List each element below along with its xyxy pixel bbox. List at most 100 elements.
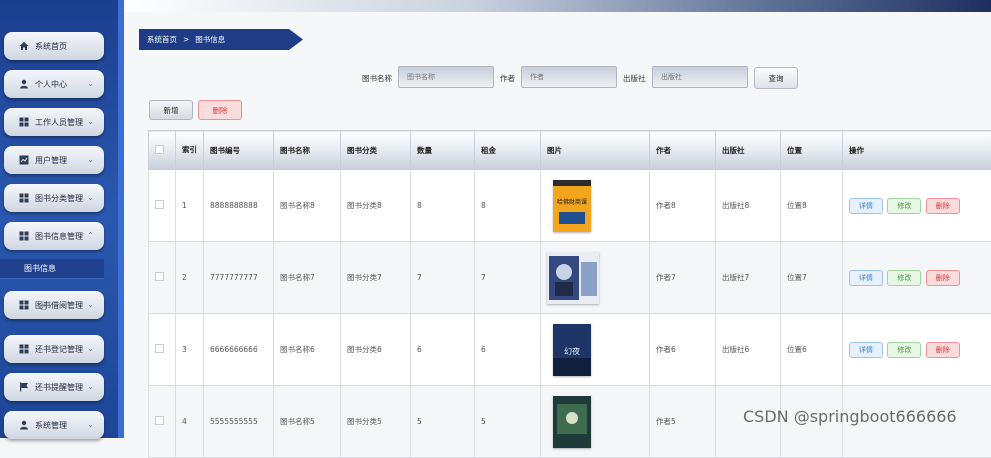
sidebar-item-personal-center[interactable]: 个人中心 ⌄ [4, 70, 104, 98]
cell-quantity: 5 [411, 386, 475, 458]
cell-author: 作者6 [650, 314, 716, 386]
cell-location: 位置6 [781, 314, 843, 386]
row-checkbox[interactable] [155, 416, 164, 425]
chevron-down-icon: ⌄ [87, 420, 94, 429]
cell-book-name: 图书名称8 [274, 170, 341, 242]
cell-publisher: 出版社6 [716, 314, 781, 386]
person-icon [18, 420, 29, 431]
cell-index: 4 [176, 386, 204, 458]
table-row: 2 7777777777 图书名称7 图书分类7 7 7 作者7 出版社7 位置… [149, 242, 991, 314]
book-cover-image[interactable] [553, 396, 591, 448]
sidebar-item-label: 还书提醒管理 [35, 382, 83, 393]
sidebar-item-label: 用户管理 [35, 155, 67, 166]
sidebar-item-users[interactable]: 用户管理 ⌄ [4, 146, 104, 174]
sidebar-item-home[interactable]: 系统首页 [4, 32, 104, 60]
detail-button[interactable]: 详情 [849, 342, 883, 358]
detail-button[interactable]: 详情 [849, 270, 883, 286]
breadcrumb-current: 图书信息 [195, 34, 225, 45]
edit-button[interactable]: 修改 [887, 342, 921, 358]
delete-button[interactable]: 删除 [926, 342, 960, 358]
chevron-down-icon: ⌄ [87, 79, 94, 88]
sidebar-item-label: 个人中心 [35, 79, 67, 90]
sidebar-item-return-reminder[interactable]: 还书提醒管理 ⌄ [4, 373, 104, 401]
select-all-header[interactable] [149, 131, 176, 170]
author-input[interactable] [521, 66, 617, 88]
cell-actions: 详情 修改 删除 [843, 314, 991, 386]
header-quantity: 数量 [411, 131, 475, 170]
cell-rent: 8 [475, 170, 541, 242]
grid-icon [18, 117, 29, 128]
cell-book-category: 图书分类6 [341, 314, 411, 386]
table-row: 1 8888888888 图书名称8 图书分类8 8 8 哈佛财商课 作者8 出… [149, 170, 991, 242]
row-checkbox[interactable] [155, 272, 164, 281]
header-picture: 图片 [541, 131, 650, 170]
search-button[interactable]: 查询 [754, 67, 798, 89]
top-decoration-bar [124, 0, 991, 12]
edit-button[interactable]: 修改 [887, 198, 921, 214]
cell-book-category: 图书分类8 [341, 170, 411, 242]
header-actions: 操作 [843, 131, 991, 170]
book-cover-image[interactable] [547, 252, 599, 304]
sidebar-item-book-category[interactable]: 图书分类管理 ⌄ [4, 184, 104, 212]
chevron-down-icon: ⌄ [87, 155, 94, 164]
detail-button[interactable]: 详情 [849, 198, 883, 214]
cell-author: 作者5 [650, 386, 716, 458]
header-book-category: 图书分类 [341, 131, 411, 170]
chevron-down-icon: ⌄ [87, 193, 94, 202]
sidebar-item-book-info[interactable]: 图书信息管理 ⌃ [4, 222, 104, 250]
delete-button[interactable]: 删除 [926, 270, 960, 286]
cover-title: 幻夜 [564, 346, 580, 356]
flag-icon [18, 382, 29, 393]
cell-index: 3 [176, 314, 204, 386]
row-select-cell[interactable] [149, 170, 176, 242]
row-select-cell[interactable] [149, 386, 176, 458]
chevron-down-icon: ⌄ [87, 117, 94, 126]
cell-rent: 7 [475, 242, 541, 314]
header-rent: 租金 [475, 131, 541, 170]
row-select-cell[interactable] [149, 242, 176, 314]
grid-icon [18, 300, 29, 311]
chevron-down-icon: ⌄ [87, 300, 94, 309]
cell-index: 1 [176, 170, 204, 242]
publisher-input[interactable] [652, 66, 748, 88]
row-checkbox[interactable] [155, 344, 164, 353]
select-all-checkbox[interactable] [155, 145, 164, 154]
table-header-row: 索引 图书编号 图书名称 图书分类 数量 租金 图片 作者 出版社 位置 操作 [149, 131, 991, 170]
cell-book-category: 图书分类5 [341, 386, 411, 458]
book-name-input[interactable] [398, 66, 494, 88]
sidebar-item-borrow[interactable]: 图书借阅管理 ⌄ [4, 291, 104, 319]
row-checkbox[interactable] [155, 200, 164, 209]
sidebar-item-label: 工作人员管理 [35, 117, 83, 128]
cover-title: 哈佛财商课 [557, 198, 587, 206]
cell-author: 作者7 [650, 242, 716, 314]
sidebar-item-staff[interactable]: 工作人员管理 ⌄ [4, 108, 104, 136]
cell-picture: 幻夜 [541, 314, 650, 386]
row-select-cell[interactable] [149, 314, 176, 386]
sidebar-item-label: 系统管理 [35, 420, 67, 431]
add-button[interactable]: 新增 [149, 100, 193, 120]
grid-icon [18, 344, 29, 355]
breadcrumb-home[interactable]: 系统首页 [147, 34, 177, 45]
book-cover-image[interactable]: 幻夜 [553, 324, 591, 376]
table-row: 3 6666666666 图书名称6 图书分类6 6 6 幻夜 作者6 出版社6… [149, 314, 991, 386]
sidebar-item-system[interactable]: 系统管理 ⌄ [4, 411, 104, 439]
sidebar-item-label: 图书分类管理 [35, 193, 83, 204]
cell-book-name: 图书名称6 [274, 314, 341, 386]
delete-button[interactable]: 删除 [926, 198, 960, 214]
person-icon [18, 79, 29, 90]
header-book-code: 图书编号 [204, 131, 274, 170]
cell-book-code: 8888888888 [204, 170, 274, 242]
chevron-down-icon: ⌄ [87, 382, 94, 391]
header-index: 索引 [176, 131, 204, 170]
sidebar-subitem-book-info[interactable]: 图书信息 [0, 259, 104, 279]
sidebar-item-return-register[interactable]: 还书登记管理 ⌄ [4, 335, 104, 363]
grid-icon [18, 231, 29, 242]
chevron-up-icon: ⌃ [87, 231, 94, 240]
cell-actions: 详情 修改 删除 [843, 170, 991, 242]
batch-delete-button[interactable]: 删除 [198, 100, 242, 120]
cell-book-name: 图书名称7 [274, 242, 341, 314]
edit-button[interactable]: 修改 [887, 270, 921, 286]
book-cover-image[interactable]: 哈佛财商课 [553, 180, 591, 232]
cell-book-code: 7777777777 [204, 242, 274, 314]
mouse-pointer-icon: ☝ [40, 300, 47, 313]
